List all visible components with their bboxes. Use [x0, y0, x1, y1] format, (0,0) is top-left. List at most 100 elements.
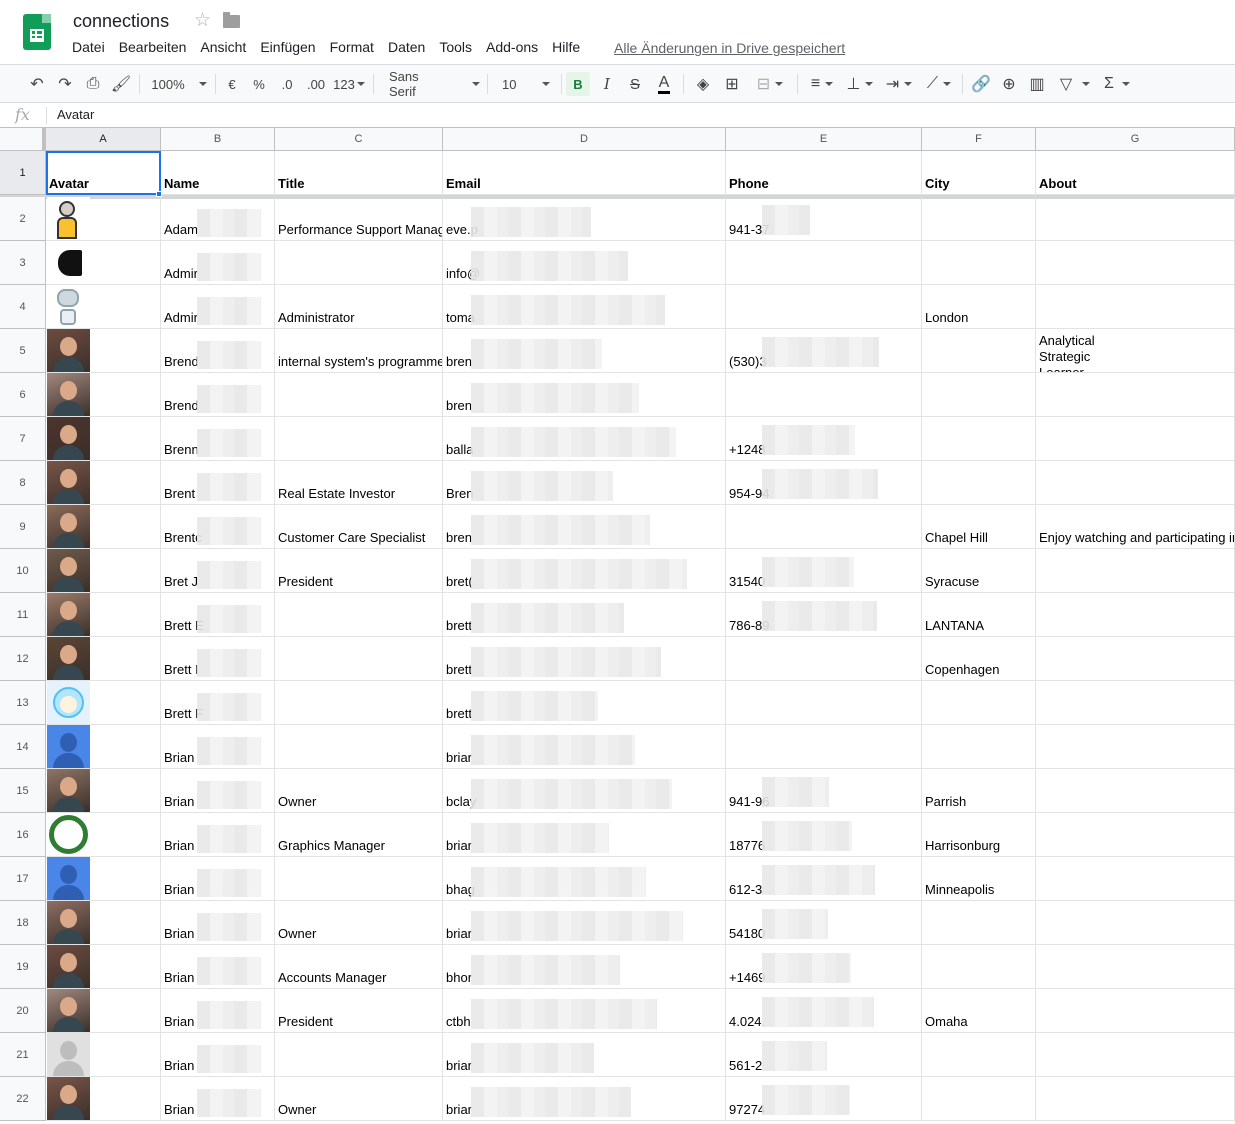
row-header-3[interactable]: 3: [0, 241, 46, 285]
cell-about[interactable]: [1036, 197, 1235, 241]
cell-title[interactable]: Owner: [275, 769, 443, 813]
cell-title[interactable]: Administrator: [275, 285, 443, 329]
percent-button[interactable]: %: [249, 65, 269, 103]
column-header-a[interactable]: A: [46, 128, 161, 151]
cell-phone[interactable]: [726, 637, 922, 681]
italic-button[interactable]: I: [596, 65, 618, 103]
cell-about[interactable]: [1036, 1033, 1235, 1077]
row-header-22[interactable]: 22: [0, 1077, 46, 1121]
cell-city[interactable]: Syracuse: [922, 549, 1036, 593]
cell-about[interactable]: [1036, 769, 1235, 813]
header-cell-avatar[interactable]: Avatar: [46, 151, 161, 195]
cell-title[interactable]: President: [275, 989, 443, 1033]
cell-title[interactable]: [275, 241, 443, 285]
header-cell-title[interactable]: Title: [275, 151, 443, 195]
horizontal-align-icon[interactable]: ≡: [805, 65, 839, 103]
cell-about[interactable]: [1036, 461, 1235, 505]
cell-about[interactable]: [1036, 901, 1235, 945]
cell-city[interactable]: Omaha: [922, 989, 1036, 1033]
text-rotation-icon[interactable]: ⟋: [921, 65, 957, 103]
vertical-align-icon[interactable]: ⊥: [843, 65, 877, 103]
comment-icon[interactable]: ⊕: [998, 65, 1020, 103]
menu-edit[interactable]: Bearbeiten: [119, 39, 187, 55]
cell-phone[interactable]: 941-37: [726, 197, 922, 241]
cell-about[interactable]: [1036, 1077, 1235, 1121]
cell-about[interactable]: [1036, 945, 1235, 989]
menu-file[interactable]: Datei: [72, 39, 105, 55]
row-header-13[interactable]: 13: [0, 681, 46, 725]
fill-handle[interactable]: [156, 191, 162, 197]
font-size-select[interactable]: 10: [495, 65, 557, 103]
borders-icon[interactable]: ⊞: [721, 65, 743, 103]
cell-city[interactable]: [922, 417, 1036, 461]
cell-about[interactable]: [1036, 637, 1235, 681]
formula-input[interactable]: Avatar: [57, 107, 94, 122]
row-header-1[interactable]: 1: [0, 151, 46, 195]
header-cell-phone[interactable]: Phone: [726, 151, 922, 195]
menu-view[interactable]: Ansicht: [200, 39, 246, 55]
cell-phone[interactable]: [726, 285, 922, 329]
spreadsheet-grid[interactable]: A B C D E F G 1 Avatar Name Title Email Phone City Abo…: [0, 128, 1235, 1124]
increase-decimal-button[interactable]: .00: [303, 65, 329, 103]
strikethrough-button[interactable]: S: [624, 65, 646, 103]
cell-title[interactable]: internal system's programmer: [275, 329, 443, 373]
menu-tools[interactable]: Tools: [439, 39, 472, 55]
cell-title[interactable]: Real Estate Investor: [275, 461, 443, 505]
currency-button[interactable]: €: [222, 65, 242, 103]
row-header-19[interactable]: 19: [0, 945, 46, 989]
menu-data[interactable]: Daten: [388, 39, 425, 55]
cell-city[interactable]: London: [922, 285, 1036, 329]
cell-phone[interactable]: [726, 681, 922, 725]
column-header-b[interactable]: B: [161, 128, 275, 151]
undo-icon[interactable]: ↶: [26, 65, 48, 103]
cell-city[interactable]: [922, 461, 1036, 505]
cell-about[interactable]: [1036, 593, 1235, 637]
bold-button[interactable]: B: [566, 72, 590, 96]
cell-about[interactable]: [1036, 725, 1235, 769]
row-header-14[interactable]: 14: [0, 725, 46, 769]
row-header-20[interactable]: 20: [0, 989, 46, 1033]
fill-color-icon[interactable]: ◈: [692, 65, 714, 103]
row-header-9[interactable]: 9: [0, 505, 46, 549]
cell-city[interactable]: [922, 241, 1036, 285]
cell-title[interactable]: Owner: [275, 901, 443, 945]
print-icon[interactable]: ⎙: [82, 65, 104, 103]
header-cell-name[interactable]: Name: [161, 151, 275, 195]
row-header-17[interactable]: 17: [0, 857, 46, 901]
cell-title[interactable]: [275, 593, 443, 637]
menu-help[interactable]: Hilfe: [552, 39, 580, 55]
folder-icon[interactable]: [223, 12, 240, 28]
saved-status-link[interactable]: Alle Änderungen in Drive gespeichert: [614, 40, 845, 56]
select-all-corner[interactable]: [0, 128, 46, 151]
row-header-2[interactable]: 2: [0, 197, 46, 241]
column-header-f[interactable]: F: [922, 128, 1036, 151]
cell-title[interactable]: Owner: [275, 1077, 443, 1121]
cell-about[interactable]: [1036, 241, 1235, 285]
cell-city[interactable]: Copenhagen: [922, 637, 1036, 681]
cell-city[interactable]: LANTANA: [922, 593, 1036, 637]
row-header-5[interactable]: 5: [0, 329, 46, 373]
star-icon[interactable]: ☆: [194, 9, 211, 32]
cell-city[interactable]: Minneapolis: [922, 857, 1036, 901]
column-header-g[interactable]: G: [1036, 128, 1235, 151]
font-select[interactable]: Sans Serif: [382, 65, 480, 103]
cell-phone[interactable]: [726, 725, 922, 769]
chart-icon[interactable]: ▥: [1026, 65, 1048, 103]
row-header-6[interactable]: 6: [0, 373, 46, 417]
paint-format-icon[interactable]: 🖌: [110, 65, 132, 103]
cell-city[interactable]: [922, 725, 1036, 769]
header-cell-about[interactable]: About: [1036, 151, 1235, 195]
cell-city[interactable]: [922, 329, 1036, 373]
row-header-10[interactable]: 10: [0, 549, 46, 593]
cell-about[interactable]: [1036, 681, 1235, 725]
cell-title[interactable]: [275, 857, 443, 901]
number-format-select[interactable]: 123: [332, 65, 366, 103]
cell-title[interactable]: Performance Support Manager: [275, 197, 443, 241]
cell-phone[interactable]: [726, 241, 922, 285]
cell-about[interactable]: [1036, 857, 1235, 901]
cell-about[interactable]: Enjoy watching and participating in c: [1036, 505, 1235, 549]
menu-addons[interactable]: Add-ons: [486, 39, 538, 55]
cell-city[interactable]: Chapel Hill: [922, 505, 1036, 549]
cell-city[interactable]: Harrisonburg: [922, 813, 1036, 857]
menu-insert[interactable]: Einfügen: [260, 39, 315, 55]
